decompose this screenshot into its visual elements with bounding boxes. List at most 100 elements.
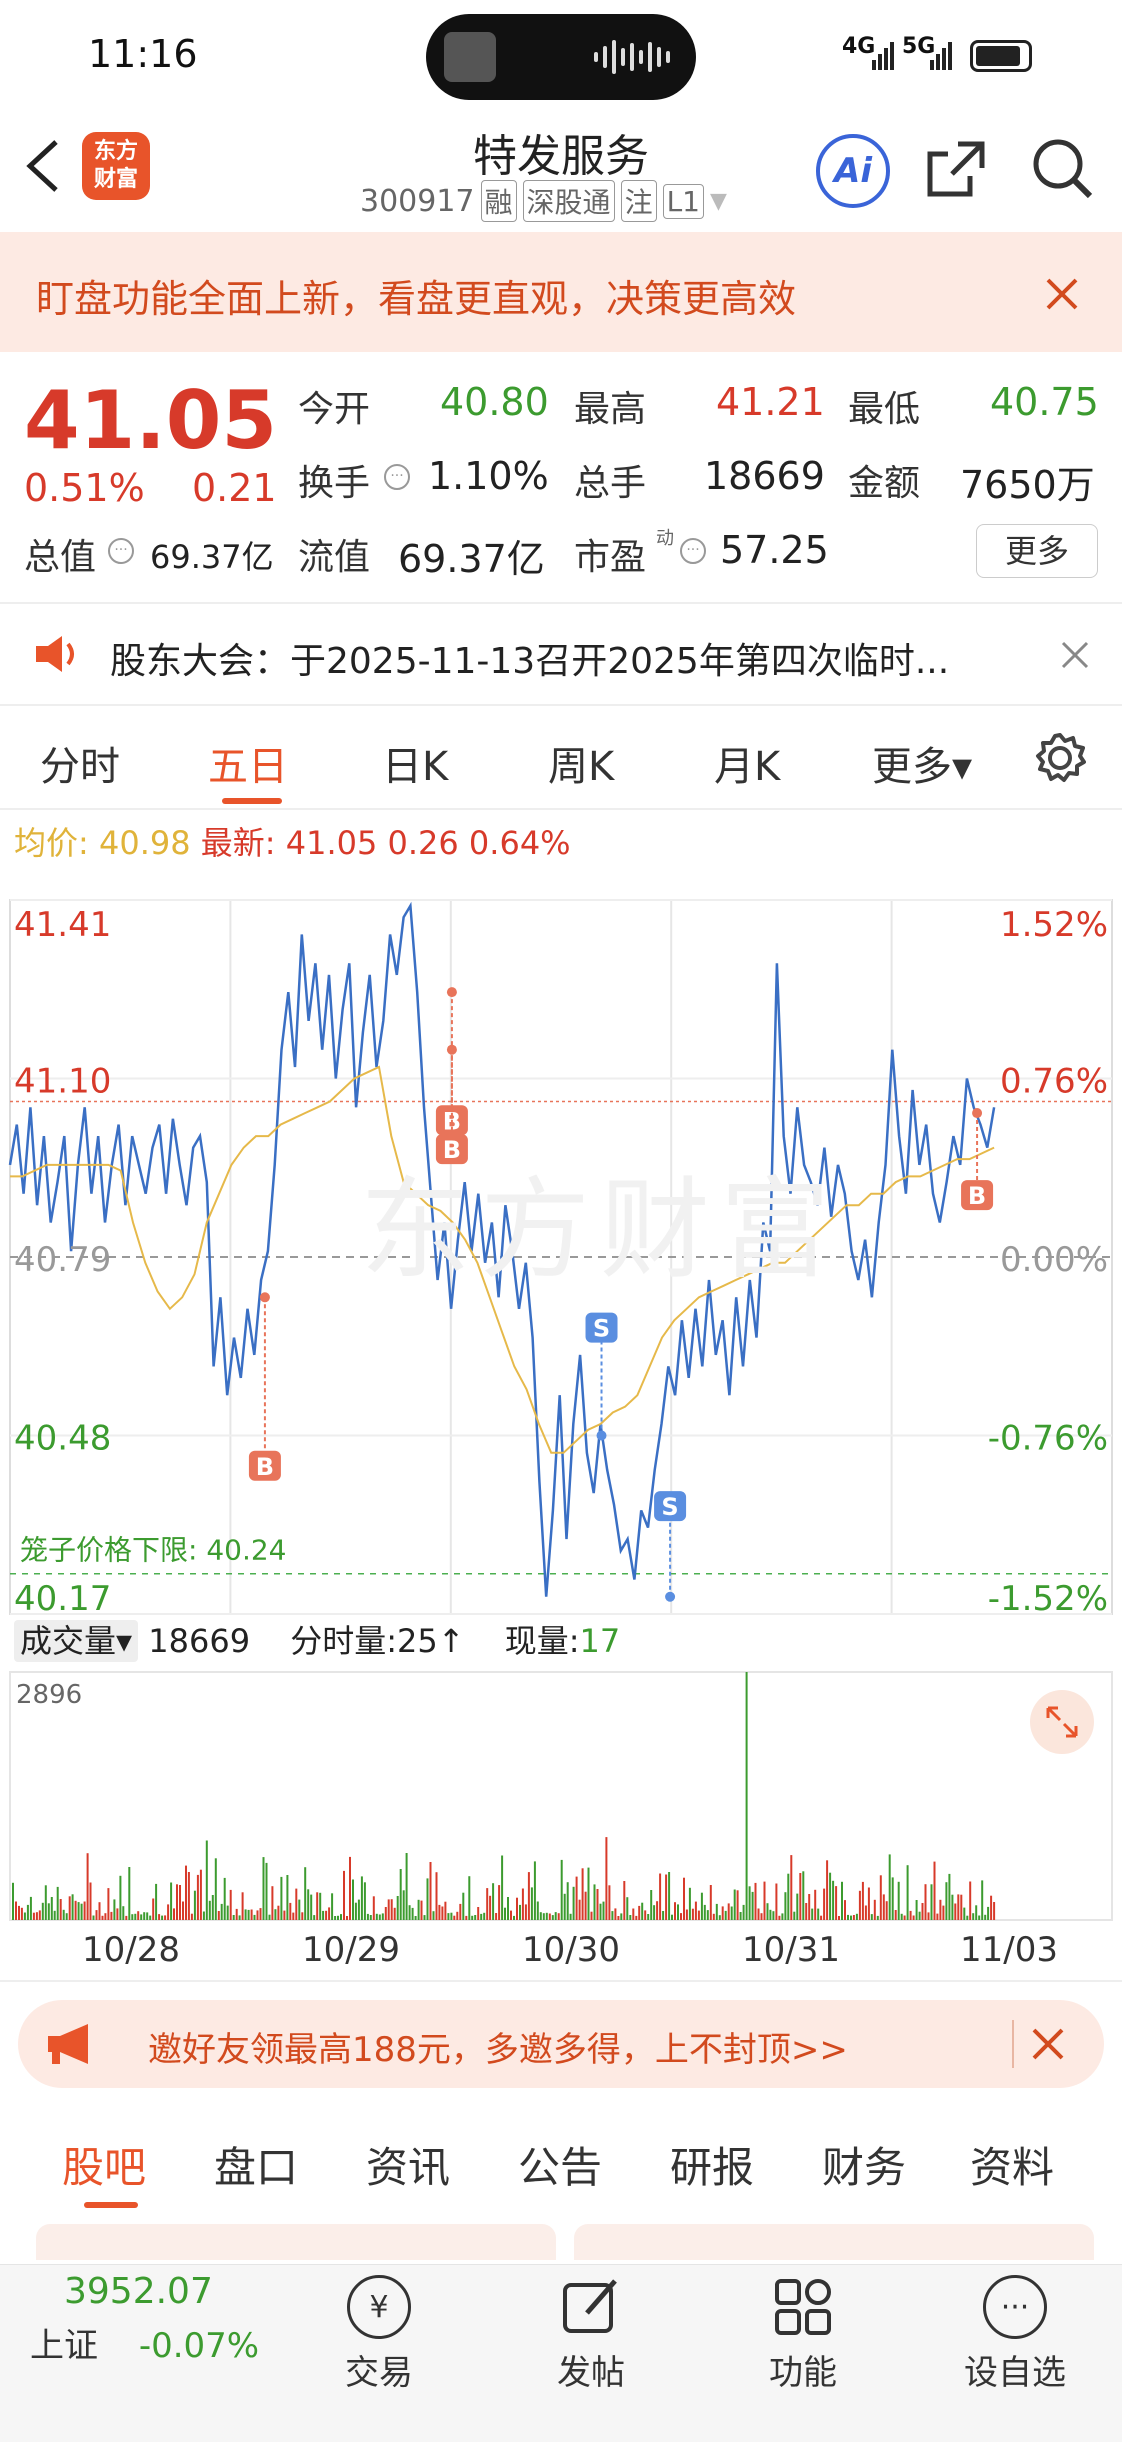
volume-bar — [721, 1906, 724, 1920]
tag-registered: 注 — [620, 180, 657, 222]
tab-news[interactable]: 资讯 — [366, 2134, 450, 2195]
volume-bar — [614, 1908, 617, 1920]
tab-announcements[interactable]: 公告 — [518, 2134, 602, 2195]
volume-bar — [113, 1899, 116, 1920]
volume-bar — [456, 1911, 459, 1920]
volume-bar — [50, 1897, 53, 1920]
stock-code-row[interactable]: 300917 融 深股通 注 L1 ▼ — [360, 180, 727, 222]
volume-bar — [83, 1901, 86, 1920]
volume-bar — [554, 1912, 557, 1920]
tab-order-book[interactable]: 盘口 — [214, 2134, 298, 2195]
nav-post[interactable]: 发帖 — [516, 2275, 666, 2394]
search-icon[interactable] — [1030, 136, 1094, 204]
tab-research[interactable]: 研报 — [670, 2134, 754, 2195]
pe-value: 57.25 — [720, 528, 829, 572]
volume-bar — [581, 1868, 584, 1920]
nav-functions[interactable]: 功能 — [728, 2275, 878, 2394]
expand-icon[interactable] — [1030, 1690, 1094, 1754]
date-label: 10/30 — [522, 1930, 620, 1970]
preview-card[interactable] — [574, 2224, 1094, 2260]
tab-five-day[interactable]: 五日 — [208, 734, 288, 792]
volume-bar — [706, 1910, 709, 1920]
volume-max-label: 2896 — [16, 1680, 83, 1710]
info-icon[interactable]: ··· — [384, 464, 410, 490]
volume-selector[interactable]: 成交量▾ — [14, 1620, 139, 1662]
announcement-bar[interactable]: 股东大会：于2025-11-13召开2025年第四次临时... — [0, 604, 1122, 704]
volume-bar — [605, 1837, 608, 1920]
tab-forum[interactable]: 股吧 — [62, 2134, 146, 2195]
low-value: 40.75 — [990, 380, 1099, 424]
invite-banner[interactable]: 邀好友领最高188元，多邀多得，上不封顶>> — [18, 2000, 1104, 2088]
tab-financials[interactable]: 财务 — [822, 2134, 906, 2195]
nav-watchlist-label: 设自选 — [964, 2353, 1066, 2393]
volume-bar — [343, 1870, 345, 1920]
current-volume-label: 现量: — [504, 1622, 580, 1660]
dynamic-island[interactable] — [426, 14, 696, 100]
preview-card[interactable] — [36, 2224, 556, 2260]
close-icon[interactable] — [1060, 640, 1090, 674]
volume-bar — [948, 1873, 951, 1920]
volume-bar — [432, 1911, 435, 1920]
trade-marker-dot — [259, 1292, 270, 1303]
share-icon[interactable] — [924, 136, 988, 204]
volume-bar — [313, 1915, 316, 1920]
close-icon[interactable] — [1044, 276, 1080, 316]
volume-bar — [226, 1905, 229, 1920]
high-value: 41.21 — [716, 380, 825, 424]
nav-trade-label: 交易 — [345, 2353, 413, 2393]
y-axis-tick-left: 40.79 — [14, 1240, 111, 1280]
volume-bar — [325, 1910, 328, 1920]
volume-bar — [590, 1911, 593, 1920]
close-icon[interactable] — [1030, 2026, 1066, 2066]
info-icon[interactable]: ··· — [108, 538, 134, 564]
volume-bar — [662, 1911, 665, 1920]
volume-bar — [187, 1872, 190, 1920]
volume-bar — [176, 1884, 178, 1920]
volume-bar — [328, 1907, 331, 1920]
tag-margin: 融 — [480, 180, 517, 222]
volume-bar — [760, 1913, 763, 1920]
volume-bar — [289, 1902, 292, 1920]
audio-wave-icon — [594, 38, 674, 76]
volume-bar — [781, 1913, 784, 1920]
volume-bar — [814, 1889, 817, 1920]
volume-bar — [354, 1902, 357, 1920]
index-name: 上证 — [30, 2326, 98, 2366]
tab-intraday[interactable]: 分时 — [40, 734, 120, 792]
tab-weekly-k[interactable]: 周K — [548, 734, 614, 792]
volume-bar — [751, 1891, 754, 1920]
network-4g-icon: 4G — [842, 34, 876, 59]
mcap-value: 69.37亿 — [150, 538, 274, 576]
tab-monthly-k[interactable]: 月K — [714, 734, 780, 792]
volume-bar — [832, 1880, 835, 1920]
more-quote-button[interactable]: 更多 — [976, 524, 1098, 578]
settings-gear-icon[interactable] — [1034, 732, 1086, 788]
volume-bar — [841, 1881, 843, 1920]
index-ticker[interactable]: 3952.07 上证 -0.07% — [30, 2271, 290, 2367]
volume-bar — [38, 1910, 41, 1920]
five-day-chart[interactable]: BBBSSB 41.4141.1040.7940.4840.171.52%0.7… — [0, 872, 1122, 1932]
volume-bar — [748, 1886, 751, 1920]
volume-bar — [888, 1854, 891, 1920]
feature-banner[interactable]: 盯盘功能全面上新，看盘更直观，决策更高效 — [0, 232, 1122, 352]
nav-watchlist[interactable]: ··· 设自选 — [940, 2275, 1090, 2394]
tab-profile[interactable]: 资料 — [970, 2134, 1054, 2195]
tab-daily-k[interactable]: 日K — [382, 734, 448, 792]
volume-bar — [778, 1915, 781, 1920]
volume-bar — [256, 1910, 259, 1920]
volume-bar — [826, 1860, 829, 1920]
ai-assistant-icon[interactable]: Ai — [816, 134, 890, 208]
tab-more[interactable]: 更多▾ — [872, 734, 972, 792]
active-tab-indicator — [84, 2202, 138, 2208]
nav-trade[interactable]: ¥ 交易 — [304, 2275, 454, 2394]
volume-bar — [20, 1907, 23, 1920]
volume-bar — [214, 1858, 217, 1920]
info-icon[interactable]: ··· — [680, 538, 706, 564]
volume-bar — [769, 1909, 772, 1920]
volume-bar — [405, 1853, 408, 1920]
current-volume-value: 17 — [579, 1622, 621, 1660]
volume-bar — [894, 1910, 897, 1920]
volume-bar — [277, 1905, 280, 1920]
grid-apps-icon — [728, 2275, 878, 2339]
stock-header: 东方 财富 特发服务 300917 融 深股通 注 L1 ▼ Ai — [0, 110, 1122, 230]
